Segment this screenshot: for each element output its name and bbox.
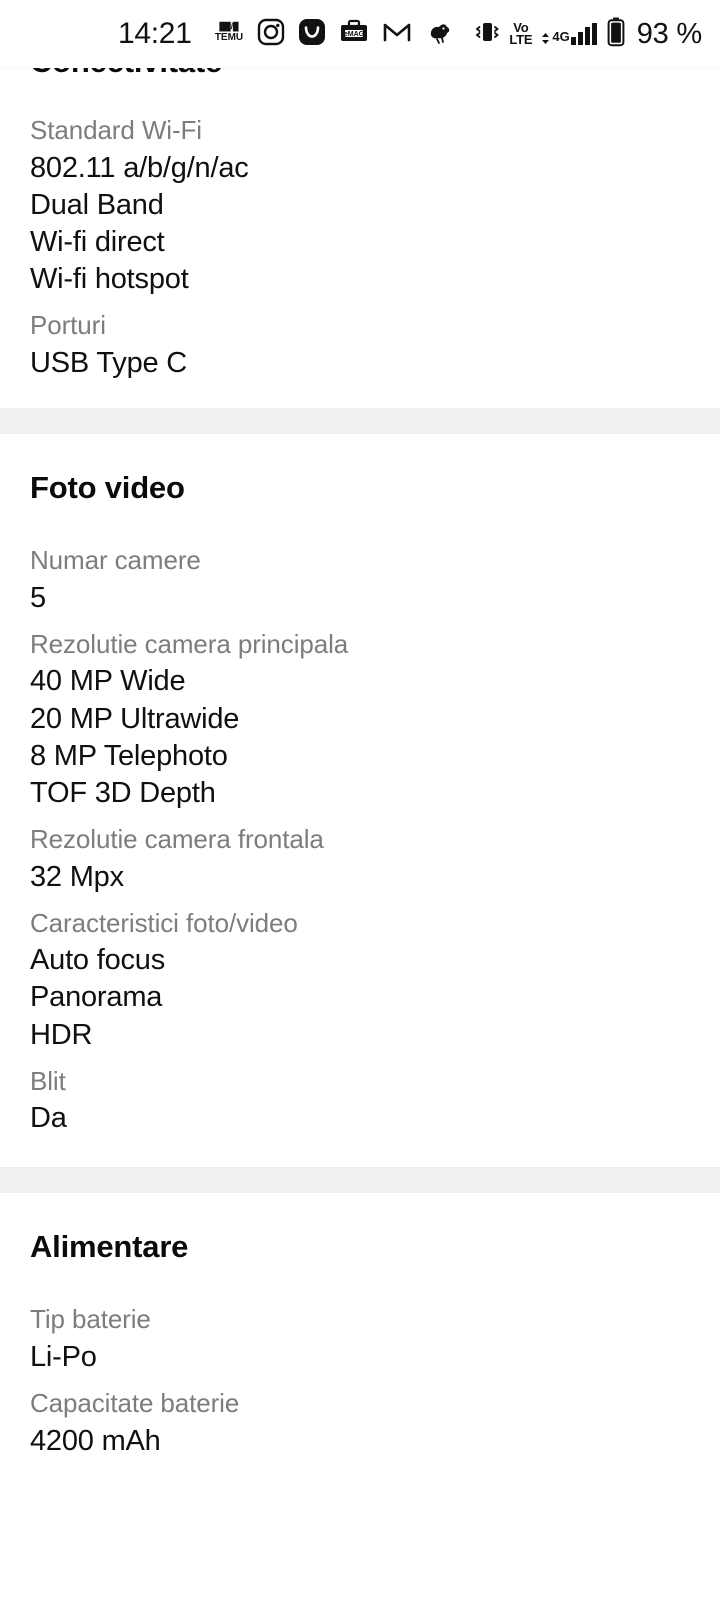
spec-row: Caracteristici foto/video Auto focus Pan… [30,905,690,1054]
section-alimentare: Alimentare Tip baterie Li-Po Capacitate … [0,1193,720,1501]
phone-screen: Conectivitate Standard Wi-Fi 802.11 a/b/… [0,0,720,1608]
status-bar-right: Vo LTE 4G 93 % [474,17,702,52]
section-separator-band [0,1167,720,1194]
volte-icon: Vo LTE [509,21,533,47]
network-type-label: 4G [552,29,570,44]
spec-value: Da [30,1102,67,1135]
gmail-icon [382,18,412,51]
spec-label: Numar camere [30,544,201,575]
spec-value: USB Type C [30,346,188,379]
svg-text:██/█: ██/█ [219,21,239,32]
spec-value: Li-Po [30,1341,97,1374]
spec-label: Capacitate baterie [30,1388,240,1419]
spec-label: Caracteristici foto/video [30,907,298,938]
volte-bottom-label: LTE [509,32,533,47]
spec-label: Rezolutie camera frontala [30,823,324,854]
spec-row: Numar camere 5 [30,542,690,617]
spec-label: Rezolutie camera principala [30,628,349,659]
battery-percent-label: 93 % [636,17,703,50]
section-foto-video: Foto video Numar camere 5 Rezolutie came… [0,433,720,1168]
signal-strength-bars [570,23,597,45]
spec-row: Tip baterie Li-Po [30,1301,690,1376]
bird-icon [425,18,453,51]
spec-label: Porturi [30,310,106,341]
emag-icon: eMAG [339,18,369,51]
svg-text:TEMU: TEMU [214,32,242,43]
spec-value: 32 Mpx [30,860,124,893]
spec-row: Rezolutie camera principala 40 MP Wide 2… [30,626,690,812]
spec-label: Standard Wi-Fi [30,115,202,145]
status-bar-left: 14:21 ██/█ TEMU eMAG [118,18,453,51]
instagram-icon [257,18,285,51]
section-separator-band [0,407,720,434]
spec-value: 4200 mAh [30,1424,161,1457]
temu-icon: ██/█ TEMU [214,18,244,51]
spec-value: 5 [30,581,46,614]
spec-row: Rezolutie camera frontala 32 Mpx [30,821,690,896]
spec-row: Porturi USB Type C [30,307,690,382]
spec-value: Auto focus Panorama HDR [30,944,166,1051]
spec-value: 40 MP Wide 20 MP Ultrawide 8 MP Telephot… [30,665,240,809]
spec-label: Blit [30,1065,66,1096]
clock: 14:21 [118,17,192,50]
svg-text:eMAG: eMAG [343,31,364,38]
spec-list-scroll-area[interactable]: Conectivitate Standard Wi-Fi 802.11 a/b/… [0,0,720,1501]
shopping-bag-icon [298,18,326,51]
battery-icon [606,17,626,52]
spec-row: Standard Wi-Fi 802.11 a/b/g/n/ac Dual Ba… [30,112,690,298]
notification-icons[interactable]: ██/█ TEMU eMAG [214,18,453,51]
section-heading-foto-video: Foto video [30,469,185,505]
section-heading-alimentare: Alimentare [30,1229,189,1265]
spec-value: 802.11 a/b/g/n/ac Dual Band Wi-fi direct… [30,151,249,296]
status-bar[interactable]: 14:21 ██/█ TEMU eMAG Vo LTE 4G 93 % [0,0,720,68]
vibrate-icon [474,18,500,51]
spec-row: Capacitate baterie 4200 mAh [30,1385,690,1460]
signal-bars-icon: 4G [541,23,597,45]
spec-row: Blit Da [30,1063,690,1138]
spec-label: Tip baterie [30,1304,151,1335]
